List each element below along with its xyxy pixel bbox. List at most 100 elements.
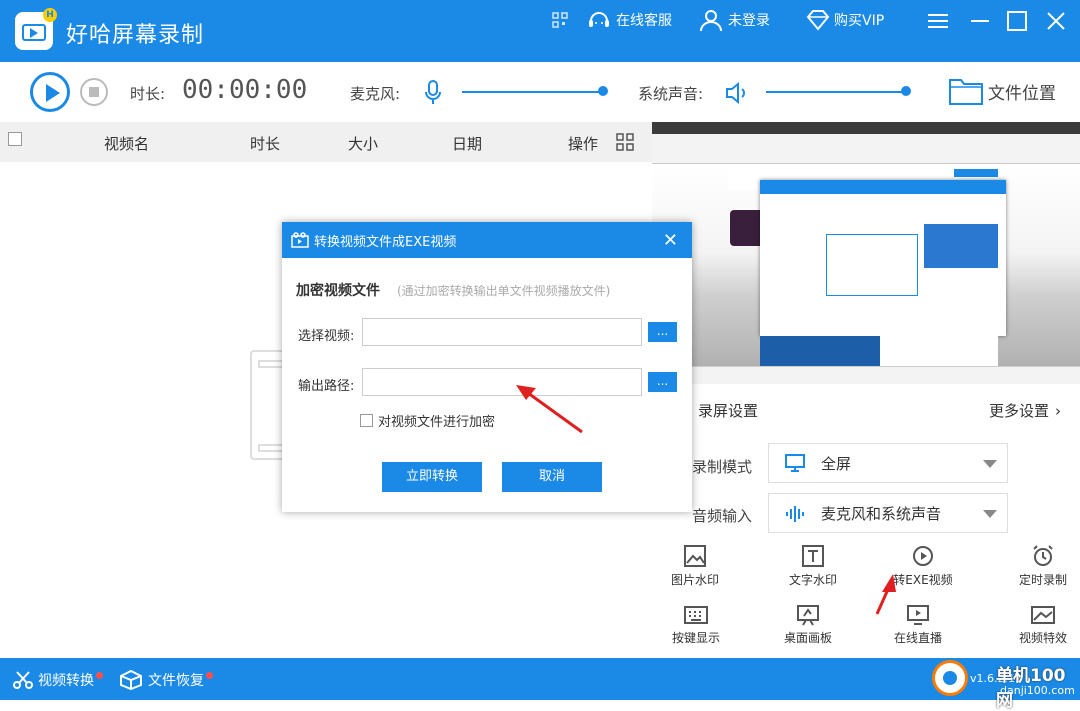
camera-icon: [291, 232, 309, 248]
status-bar: 视频转换 文件恢复 v1.6.2.11: [0, 658, 1080, 700]
diamond-icon: [806, 10, 830, 31]
encrypt-checkbox-row[interactable]: 对视频文件进行加密: [360, 411, 495, 430]
convert-video-icon: [913, 546, 933, 566]
select-video-input[interactable]: [362, 318, 642, 346]
audio-wave-icon: [786, 506, 804, 522]
dialog-heading: 加密视频文件: [296, 283, 380, 299]
encrypt-checkbox[interactable]: [360, 414, 373, 427]
system-volume-knob[interactable]: [901, 86, 911, 96]
select-all-checkbox[interactable]: [8, 132, 22, 146]
duration-value: 00:00:00: [182, 75, 308, 105]
image-watermark-label: 图片水印: [670, 573, 719, 587]
video-effects-label: 视频特效: [1018, 631, 1067, 645]
image-watermark-tool[interactable]: 图片水印: [645, 544, 745, 588]
microphone-icon[interactable]: [424, 80, 442, 106]
browse-video-button[interactable]: ...: [648, 322, 677, 342]
live-stream-tool[interactable]: 在线直播: [868, 604, 968, 646]
column-duration[interactable]: 时长: [250, 133, 280, 154]
record-mode-label: 录制模式: [692, 458, 753, 476]
file-location-button[interactable]: 文件位置: [948, 76, 1056, 106]
settings-title: 录屏设置: [698, 402, 759, 420]
key-display-label: 按键显示: [671, 631, 720, 645]
column-date[interactable]: 日期: [452, 133, 482, 154]
video-convert-label: 视频转换: [38, 673, 94, 689]
menu-icon[interactable]: [927, 10, 949, 32]
system-sound-label: 系统声音:: [638, 85, 704, 103]
scheduled-recording-tool[interactable]: 定时录制: [993, 544, 1080, 588]
buy-vip-label: 购买VIP: [834, 13, 885, 29]
convert-exe-tool[interactable]: 转EXE视频: [873, 544, 973, 588]
key-display-tool[interactable]: 按键显示: [646, 604, 746, 646]
column-video-name[interactable]: 视频名: [104, 133, 149, 154]
grid-view-icon[interactable]: [616, 133, 634, 151]
alarm-clock-icon: [1033, 545, 1053, 566]
record-start-button[interactable]: [30, 72, 70, 112]
convert-exe-dialog: 转换视频文件成EXE视频 ✕ 加密视频文件 (通过加密转换输出单文件视频播放文件…: [282, 222, 692, 512]
desktop-whiteboard-label: 桌面画板: [783, 631, 832, 645]
column-actions: 操作: [568, 135, 599, 153]
dialog-title: 转换视频文件成EXE视频: [314, 234, 457, 250]
mic-volume-slider[interactable]: [462, 91, 604, 93]
live-screen-icon: [907, 605, 929, 625]
convert-exe-label: 转EXE视频: [893, 573, 953, 587]
online-service-label: 在线客服: [616, 13, 672, 29]
audio-input-label: 音频输入: [692, 507, 753, 525]
login-label: 未登录: [728, 13, 770, 29]
scheduled-recording-label: 定时录制: [1018, 573, 1067, 587]
maximize-icon[interactable]: [1006, 10, 1028, 32]
site-logo: [932, 660, 968, 696]
audio-input-select[interactable]: 麦克风和系统声音: [768, 493, 1008, 533]
chevron-down-icon: [983, 460, 997, 468]
convert-now-button[interactable]: 立即转换: [382, 462, 482, 492]
text-watermark-tool[interactable]: 文字水印: [763, 544, 863, 588]
monitor-icon: [785, 454, 805, 472]
file-location-label: 文件位置: [988, 83, 1056, 104]
scissors-icon: [13, 671, 33, 689]
app-logo: H: [15, 8, 57, 50]
system-volume-slider[interactable]: [766, 91, 906, 93]
app-title: 好哈屏幕录制: [66, 23, 205, 48]
buy-vip-button[interactable]: 购买VIP: [806, 0, 884, 40]
more-settings-link[interactable]: 更多设置 ›: [989, 400, 1061, 421]
file-recovery-label: 文件恢复: [148, 673, 204, 689]
video-table-header: 视频名 时长 大小 日期 操作: [0, 122, 652, 162]
cancel-button[interactable]: 取消: [502, 462, 602, 492]
output-path-label: 输出路径:: [298, 379, 355, 394]
login-button[interactable]: 未登录: [698, 0, 770, 40]
watermark-url: danji100.com: [1000, 684, 1075, 697]
live-stream-label: 在线直播: [893, 631, 942, 645]
close-icon[interactable]: ✕: [663, 230, 678, 251]
mic-volume-knob[interactable]: [598, 86, 608, 96]
record-mode-select[interactable]: 全屏: [768, 443, 1008, 483]
column-size[interactable]: 大小: [348, 133, 378, 154]
online-service-button[interactable]: 在线客服: [586, 0, 672, 40]
folder-icon: [949, 79, 983, 105]
notification-dot: [206, 671, 213, 679]
chevron-down-icon: [983, 510, 997, 518]
text-icon: [802, 545, 824, 567]
headset-icon: [589, 12, 609, 27]
audio-input-value: 麦克风和系统声音: [821, 504, 942, 523]
video-effects-icon: [1031, 606, 1055, 624]
record-stop-button[interactable]: [80, 78, 108, 106]
dialog-header: 转换视频文件成EXE视频 ✕: [282, 222, 692, 258]
qrcode-icon[interactable]: [552, 0, 568, 40]
browse-output-button[interactable]: ...: [648, 372, 677, 392]
video-effects-tool[interactable]: 视频特效: [993, 604, 1080, 646]
dialog-hint: (通过加密转换输出单文件视频播放文件): [397, 284, 611, 298]
minimize-icon[interactable]: [969, 10, 991, 32]
video-convert-button[interactable]: 视频转换: [12, 670, 103, 690]
file-recovery-button[interactable]: 文件恢复: [120, 670, 213, 690]
box-icon: [120, 670, 142, 690]
desktop-whiteboard-tool[interactable]: 桌面画板: [758, 604, 858, 646]
user-icon: [700, 10, 722, 32]
mic-label: 麦克风:: [350, 85, 401, 103]
output-path-input[interactable]: [362, 368, 642, 396]
close-icon[interactable]: [1045, 10, 1067, 32]
easel-icon: [797, 605, 819, 626]
duration-label: 时长:: [130, 85, 166, 103]
more-settings-label: 更多设置: [989, 402, 1050, 420]
speaker-icon[interactable]: [724, 80, 750, 106]
chevron-right-icon: ›: [1055, 401, 1062, 420]
record-mode-value: 全屏: [821, 454, 852, 473]
